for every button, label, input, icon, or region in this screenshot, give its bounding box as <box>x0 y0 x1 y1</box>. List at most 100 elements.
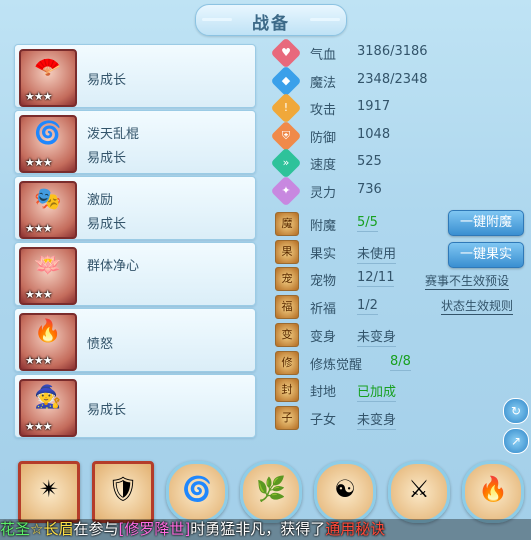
skill-card[interactable]: 🔥 ★★★ 愤怒 <box>14 308 256 372</box>
skill-name: 群体净心 <box>87 259 140 274</box>
skill-trait: 愤怒 <box>87 337 114 352</box>
skill-card[interactable]: 🪭 ★★★ 易成长 <box>14 44 256 108</box>
mask-skill-icon: 🎭 ★★★ <box>19 181 77 239</box>
event-preset-link[interactable]: 赛事不生效预设 <box>425 272 510 290</box>
chat-event[interactable]: [修罗降世] <box>118 519 190 540</box>
stat-value: 736 <box>357 181 382 197</box>
stat-label: 气血 <box>310 48 337 63</box>
pet-icon: 宠 <box>275 267 299 292</box>
yin-yang-icon[interactable]: ☯ <box>314 461 376 523</box>
skill-glyph: 🪭 <box>34 55 62 80</box>
stat-label: 防御 <box>310 130 337 146</box>
status-rules-link[interactable]: 状态生效规则 <box>441 297 514 315</box>
fruit-icon: 果 <box>275 239 299 264</box>
child-icon: 子 <box>275 405 299 430</box>
bottom-icon-glyph: 🌿 <box>256 475 286 503</box>
prop-symbol: 封 <box>281 383 293 397</box>
speed-icon: » <box>270 147 302 179</box>
enchant-all-button[interactable]: 一键附魔 <box>448 210 524 236</box>
prop-label: 祈福 <box>310 302 337 318</box>
swirl-icon[interactable]: 🌀 <box>166 461 228 523</box>
battle-prep-panel: 战备 🪭 ★★★ 易成长 🌀 ★★★ 泼天乱棍 易成长 🎭 ★★★ 激励 易成长 🪷 ★★★ 群体净心 🔥 ★… <box>0 0 531 540</box>
prop-label: 果实 <box>310 246 337 262</box>
prop-value: 5/5 <box>357 215 378 232</box>
prop-value: 未变身 <box>357 326 397 347</box>
skill-trait: 易成长 <box>87 73 127 88</box>
stat-symbol: » <box>282 156 290 169</box>
chat-reward[interactable]: 通用秘诀 <box>325 519 385 540</box>
stat-label: 速度 <box>310 158 337 173</box>
prop-label: 变身 <box>310 329 337 345</box>
skill-list: 🪭 ★★★ 易成长 🌀 ★★★ 泼天乱棍 易成长 🎭 ★★★ 激励 易成长 🪷 ★★★ 群体净心 🔥 ★★★ 愤… <box>10 38 256 438</box>
stat-value: 525 <box>357 154 382 169</box>
armor-icon[interactable]: 🛡 <box>92 461 154 523</box>
attack-icon: ! <box>270 92 302 124</box>
bottom-icon-glyph: ✴ <box>38 475 60 503</box>
prop-symbol: 果 <box>281 244 293 258</box>
fruit-all-button[interactable]: 一键果实 <box>448 242 524 268</box>
stat-row: ◆ 魔法 2348/2348 <box>270 64 455 97</box>
stat-symbol: ⛨ <box>281 128 291 142</box>
stat-value: 1917 <box>357 99 391 114</box>
prop-value: 未使用 <box>357 243 397 264</box>
stat-label: 灵力 <box>310 185 337 201</box>
club-skill-icon: 🌀 ★★★ <box>19 115 77 173</box>
bottom-icon-bar: ✴ 🛡 🌀 🌿 ☯ ⚔ 🔥 <box>0 455 531 525</box>
prop-label: 修炼觉醒 <box>310 357 363 373</box>
prop-label: 子女 <box>310 412 337 428</box>
prop-label: 宠物 <box>310 274 337 290</box>
star-burst-icon[interactable]: ✴ <box>18 461 80 523</box>
figure-skill-icon: 🧙 ★★★ <box>19 379 77 437</box>
fief-icon: 封 <box>275 378 299 403</box>
prop-row[interactable]: 变 变身 未变身 <box>275 322 455 348</box>
chat-text-2: 时勇猛非凡，获得了 <box>190 520 326 538</box>
stat-value: 3186/3186 <box>357 44 428 59</box>
share-button[interactable]: ↗ <box>503 428 529 454</box>
share-icon: ↗ <box>510 434 522 448</box>
prop-symbol: 福 <box>281 300 293 314</box>
skill-glyph: 🧙 <box>34 385 62 410</box>
stat-row: ! 攻击 1917 <box>270 92 455 124</box>
stat-symbol: ✦ <box>281 183 291 197</box>
skill-glyph: 🪷 <box>34 253 62 278</box>
defense-icon: ⛨ <box>270 119 302 152</box>
chat-broadcast: 花圣☆长眉在参与[修罗降世]时勇猛非凡，获得了通用秘诀 <box>0 519 531 540</box>
prop-row[interactable]: 福 祈福 1/2 <box>275 294 455 320</box>
prop-row[interactable]: 子 子女 未变身 <box>275 405 455 431</box>
prop-row[interactable]: 封 封地 已加成 <box>275 377 455 403</box>
prop-row[interactable]: 魔 附魔 5/5 <box>275 211 455 237</box>
prop-value: 12/11 <box>357 270 395 288</box>
prop-symbol: 变 <box>281 327 293 341</box>
skill-card[interactable]: 🪷 ★★★ 群体净心 <box>14 242 256 306</box>
stat-label: 攻击 <box>310 103 337 118</box>
mana-icon: ◆ <box>270 64 302 97</box>
skill-glyph: 🔥 <box>34 319 62 344</box>
prop-label: 封地 <box>310 385 337 401</box>
star-rating: ★★★ <box>25 288 53 301</box>
stat-symbol: ◆ <box>281 73 291 87</box>
prop-row[interactable]: 果 果实 未使用 <box>275 239 455 265</box>
star-rating: ★★★ <box>25 222 53 235</box>
skill-card[interactable]: 🧙 ★★★ 易成长 <box>14 374 256 438</box>
prop-row[interactable]: 修 修炼觉醒 8/8 <box>275 350 455 376</box>
prop-label: 附魔 <box>310 219 337 234</box>
spirit-icon: ✦ <box>270 174 302 207</box>
star-rating: ★★★ <box>25 90 53 103</box>
chat-player[interactable]: ☆长眉 <box>30 519 73 540</box>
warrior-icon[interactable]: ⚔ <box>388 461 450 523</box>
prop-symbol: 宠 <box>281 272 293 286</box>
skill-card[interactable]: 🌀 ★★★ 泼天乱棍 易成长 <box>14 110 256 174</box>
title-ornament-right <box>310 18 340 21</box>
stat-symbol: ♥ <box>281 46 291 59</box>
skill-glyph: 🎭 <box>34 187 62 212</box>
chat-text-1: 在参与 <box>73 520 119 538</box>
stat-symbol: ! <box>283 101 289 114</box>
skill-card[interactable]: 🎭 ★★★ 激励 易成长 <box>14 176 256 240</box>
enchant-icon: 魔 <box>275 212 299 236</box>
refresh-button[interactable]: ↻ <box>503 398 529 424</box>
herb-icon[interactable]: 🌿 <box>240 461 302 523</box>
prop-symbol: 魔 <box>281 217 293 230</box>
star-rating: ★★★ <box>25 420 53 433</box>
refresh-icon: ↻ <box>510 404 522 418</box>
flame-icon[interactable]: 🔥 <box>462 461 524 523</box>
